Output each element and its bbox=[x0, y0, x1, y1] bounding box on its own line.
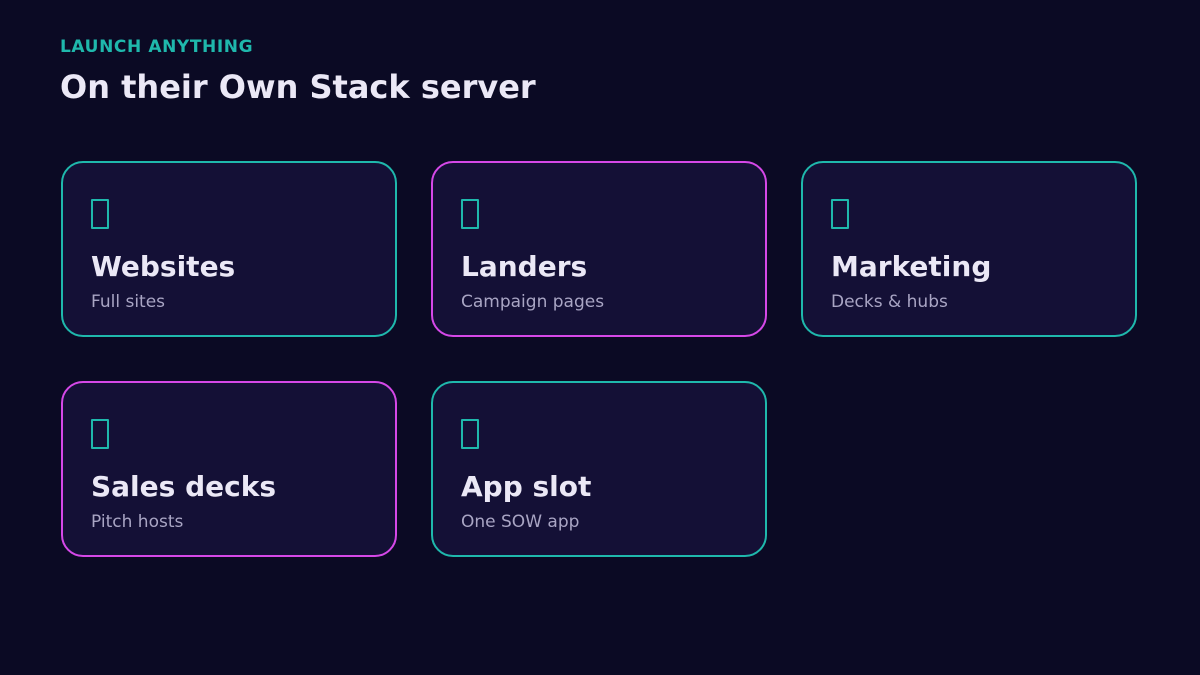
missing-glyph-icon bbox=[91, 419, 109, 449]
card-subtitle: Full sites bbox=[91, 292, 166, 312]
card-subtitle: Decks & hubs bbox=[831, 292, 948, 312]
card-subtitle: One SOW app bbox=[461, 512, 580, 532]
page-title: On their Own Stack server bbox=[60, 68, 536, 106]
slide: LAUNCH ANYTHING On their Own Stack serve… bbox=[0, 0, 1200, 675]
card-title: Marketing bbox=[831, 250, 992, 283]
card-websites: Websites Full sites bbox=[61, 161, 397, 337]
missing-glyph-icon bbox=[91, 199, 109, 229]
eyebrow-label: LAUNCH ANYTHING bbox=[60, 37, 254, 57]
card-landers: Landers Campaign pages bbox=[431, 161, 767, 337]
missing-glyph-icon bbox=[831, 199, 849, 229]
missing-glyph-icon bbox=[461, 199, 479, 229]
card-marketing: Marketing Decks & hubs bbox=[801, 161, 1137, 337]
missing-glyph-icon bbox=[461, 419, 479, 449]
card-title: Sales decks bbox=[91, 470, 276, 503]
card-subtitle: Campaign pages bbox=[461, 292, 605, 312]
card-subtitle: Pitch hosts bbox=[91, 512, 184, 532]
card-title: App slot bbox=[461, 470, 592, 503]
card-sales-decks: Sales decks Pitch hosts bbox=[61, 381, 397, 557]
card-app-slot: App slot One SOW app bbox=[431, 381, 767, 557]
card-title: Landers bbox=[461, 250, 588, 283]
card-title: Websites bbox=[91, 250, 236, 283]
